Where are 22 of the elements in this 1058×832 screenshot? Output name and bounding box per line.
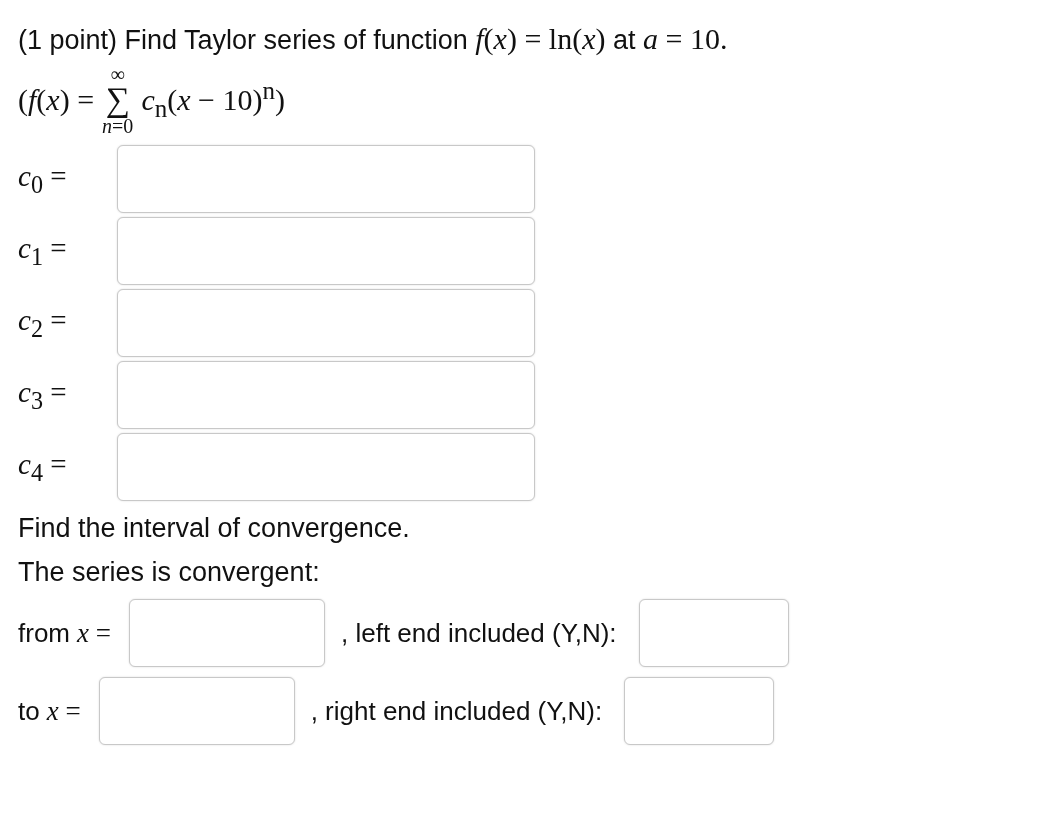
answer-field[interactable] bbox=[117, 433, 535, 501]
problem-statement: (1 point) Find Taylor series of function f(x) = ln(x) at a = 10. bbox=[18, 22, 729, 57]
end-included-label: , right end included (Y,N): bbox=[310, 695, 603, 727]
included-field[interactable] bbox=[638, 599, 789, 667]
endpoint-label: to x = bbox=[18, 695, 81, 727]
answer-field[interactable] bbox=[117, 145, 535, 213]
coefficient-label: c$_{2}$ = bbox=[18, 303, 68, 343]
series-formula: (f(x) = ∞ ∑ n=0 c$_{n}$(x − 10)$^{n}$) bbox=[18, 63, 285, 137]
coefficient-label: c$_{1}$ = bbox=[18, 231, 68, 271]
convergent-text: The series is convergent: bbox=[18, 556, 321, 589]
endpoint-field[interactable] bbox=[128, 599, 325, 667]
interval-heading: Find the interval of convergence. bbox=[18, 512, 411, 545]
included-field[interactable] bbox=[624, 677, 775, 745]
coefficient-label: c$_{4}$ = bbox=[18, 447, 68, 487]
endpoint-label: from x = bbox=[18, 617, 111, 649]
endpoint-field[interactable] bbox=[98, 677, 295, 745]
coefficient-label: c$_{0}$ = bbox=[18, 159, 68, 199]
coefficient-label: c$_{3}$ = bbox=[18, 375, 68, 415]
answer-field[interactable] bbox=[117, 289, 535, 357]
answer-field[interactable] bbox=[117, 217, 535, 285]
end-included-label: , left end included (Y,N): bbox=[340, 617, 617, 649]
answer-field[interactable] bbox=[117, 361, 535, 429]
